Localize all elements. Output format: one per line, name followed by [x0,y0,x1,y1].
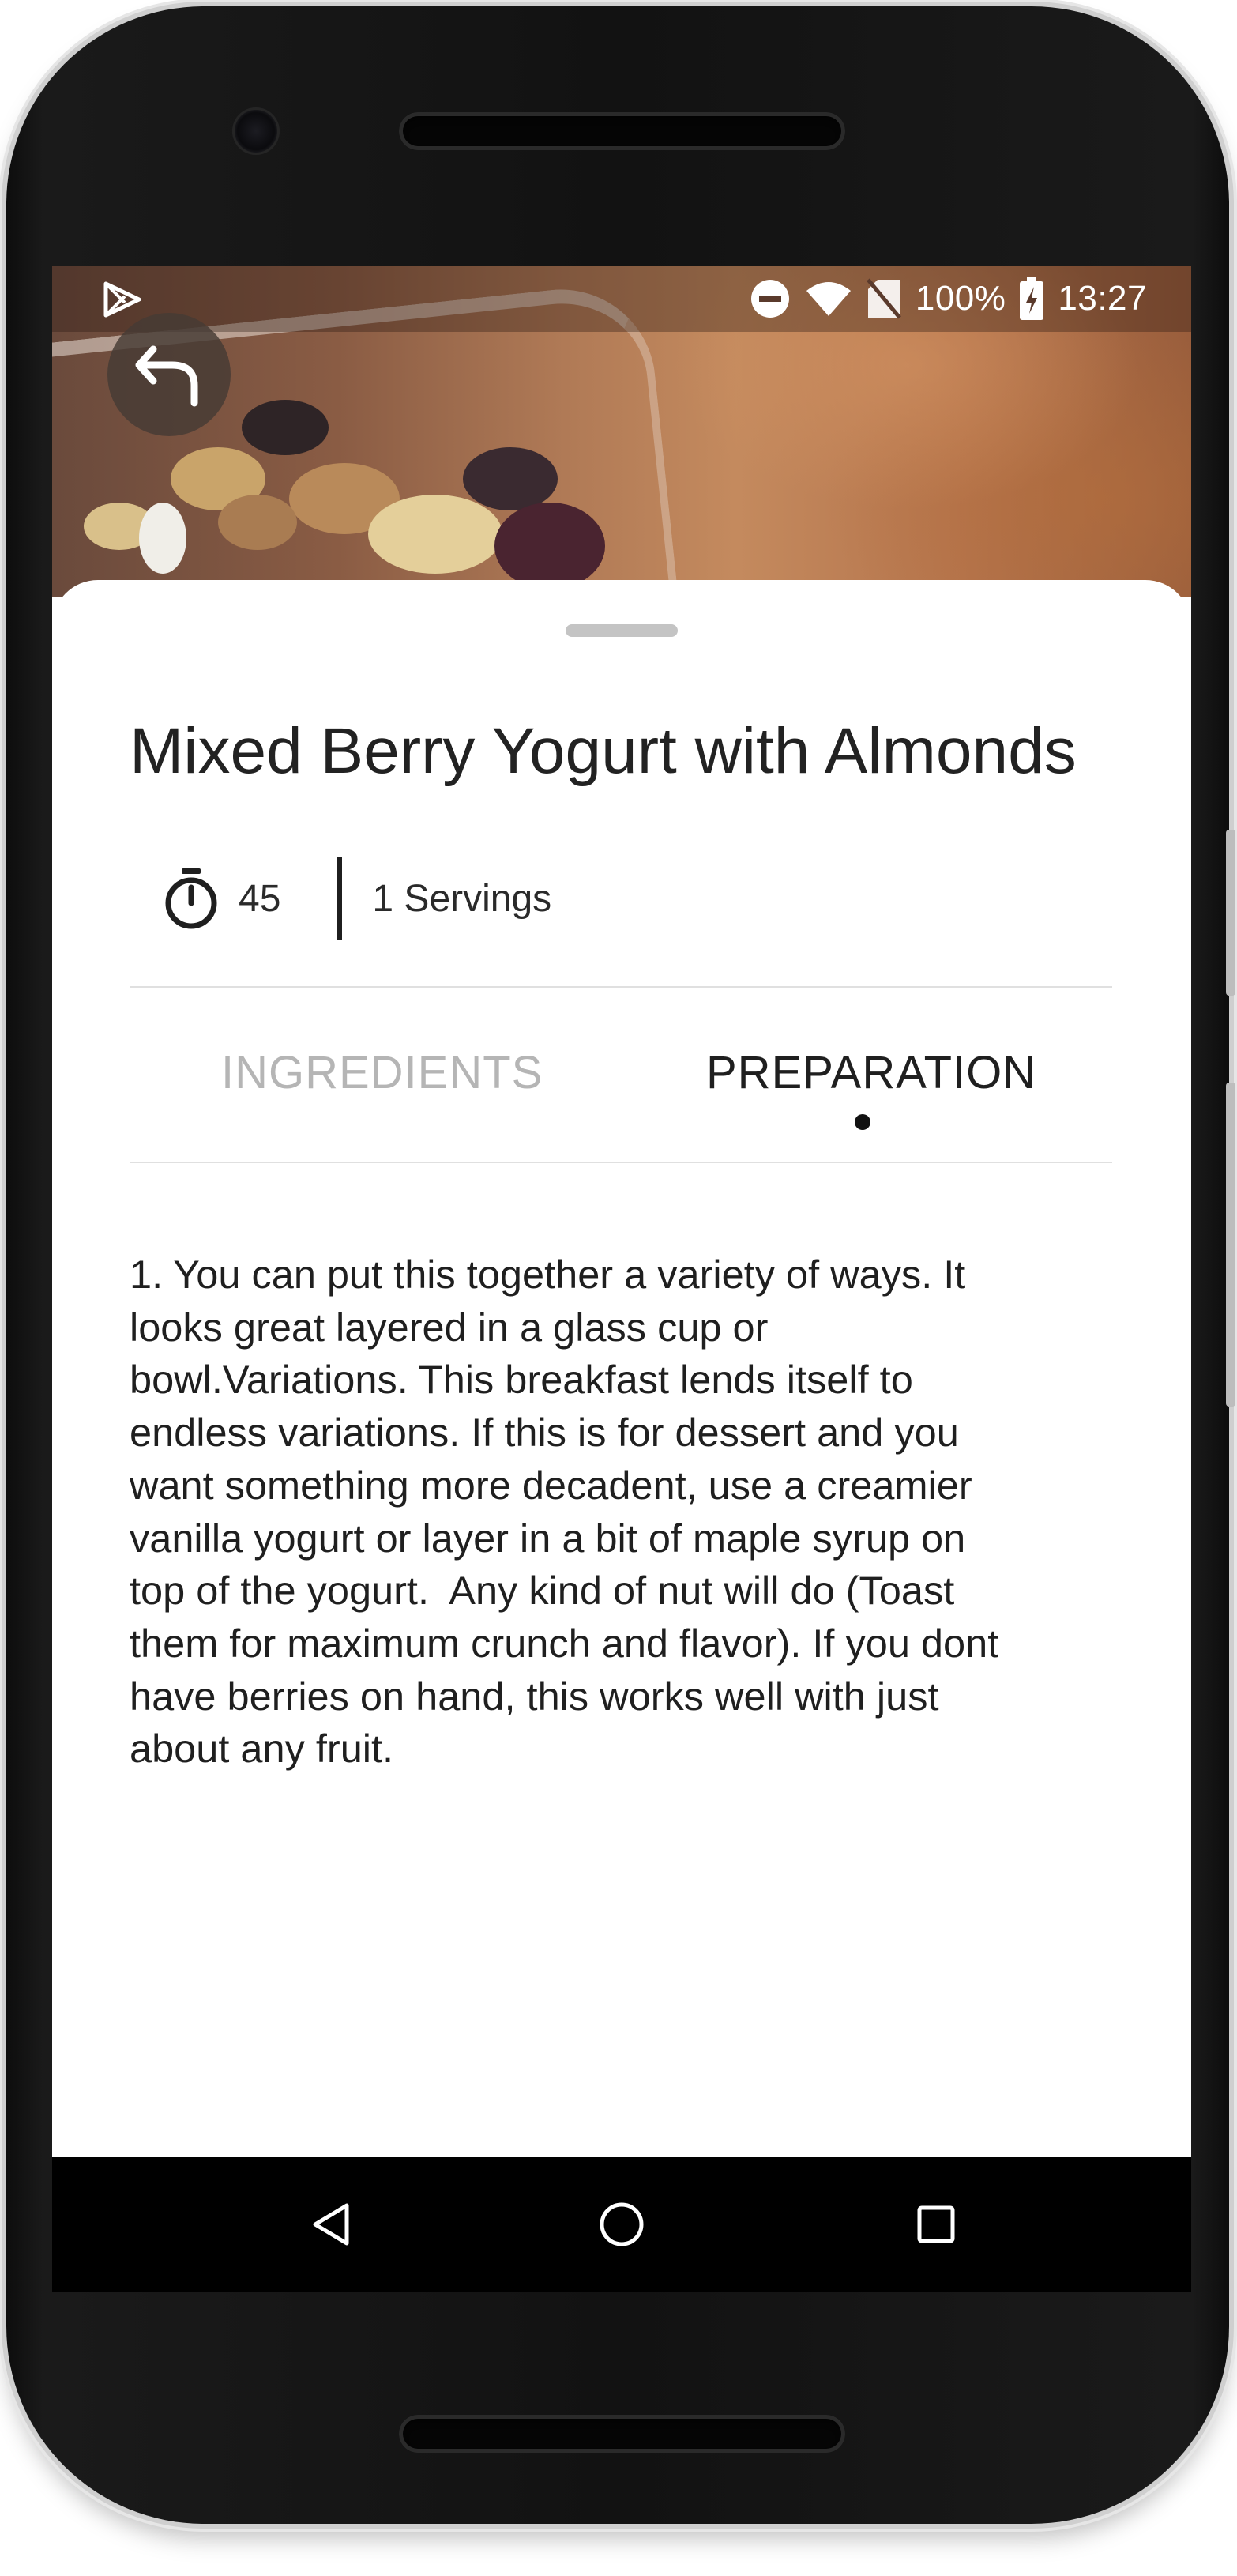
almond-piece [218,495,297,550]
prep-time: 45 [239,877,281,920]
battery-charging-icon [1020,277,1044,320]
no-sim-icon [866,278,901,319]
volume-button [1226,830,1235,996]
recipe-title: Mixed Berry Yogurt with Almonds [130,715,1077,787]
status-bar: 100% 13:27 [52,266,1191,332]
active-tab-indicator [855,1114,870,1130]
berry-piece [242,400,329,455]
divider [130,986,1112,988]
recipe-hero-image: 100% 13:27 [52,266,1191,597]
berry-piece [494,503,605,589]
nav-home-button[interactable] [594,2197,649,2252]
tab-preparation[interactable]: PREPARATION [706,1046,1036,1099]
granola-piece [368,495,502,574]
recipe-sheet: Mixed Berry Yogurt with Almonds 45 1 Ser… [52,580,1191,2160]
preparation-text: 1. You can put this together a variety o… [130,1252,999,1772]
undo-arrow-icon [135,345,198,407]
phone-frame: 100% 13:27 Mixed Berry Yogurt with Almon… [6,6,1229,2524]
nav-back-button[interactable] [303,2197,359,2252]
yogurt-piece [139,503,186,574]
status-icons: 100% 13:27 [750,277,1147,321]
back-button[interactable] [107,313,231,436]
timer-icon [165,868,217,929]
play-store-icon [103,281,141,318]
power-button [1226,1083,1235,1407]
clock: 13:27 [1058,279,1147,318]
bottom-speaker [399,2415,845,2453]
battery-percentage: 100% [915,279,1006,318]
do-not-disturb-icon [750,280,789,318]
back-triangle-icon [313,2203,349,2246]
recipe-meta: 45 1 Servings [163,855,551,942]
nav-recents-button[interactable] [908,2197,964,2252]
top-speaker [399,112,845,150]
servings: 1 Servings [372,877,552,920]
front-camera [232,107,280,155]
recents-square-icon [917,2205,955,2243]
divider [130,1162,1112,1163]
meta-divider [337,857,343,940]
system-navigation-bar [52,2157,1191,2292]
drag-handle[interactable] [566,624,678,637]
tab-ingredients[interactable]: INGREDIENTS [221,1046,543,1099]
screen: 100% 13:27 Mixed Berry Yogurt with Almon… [52,266,1191,2292]
home-circle-icon [600,2202,644,2246]
wifi-icon [806,282,851,316]
berry-piece [463,447,558,510]
